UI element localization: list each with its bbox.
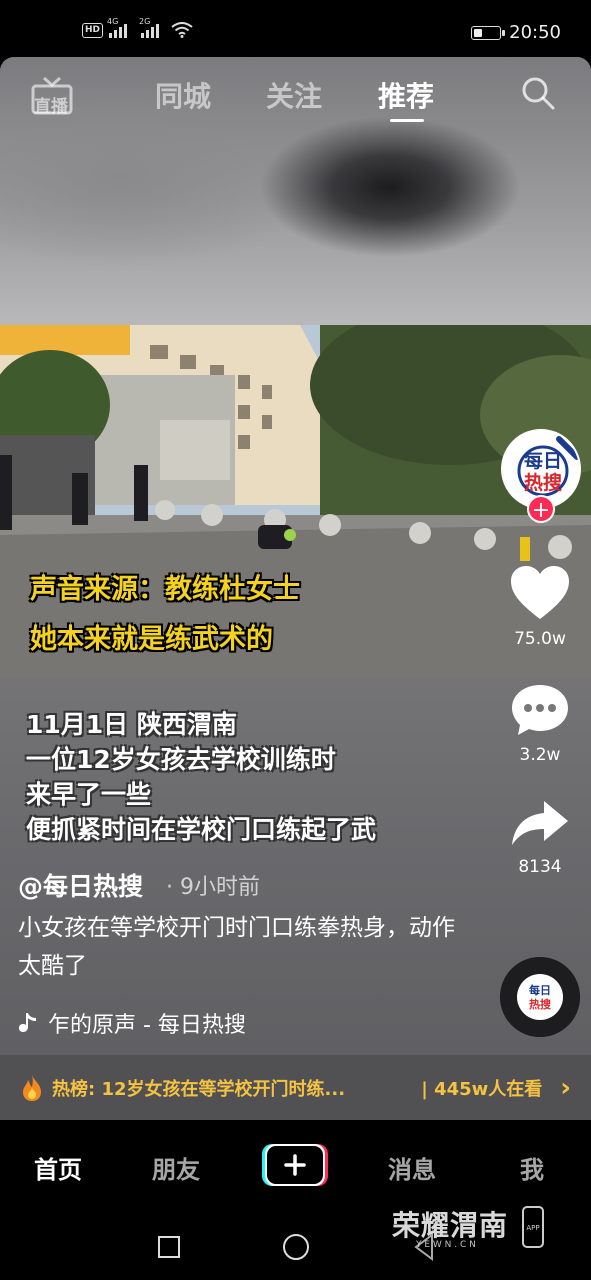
signal-icon: 4G	[107, 17, 128, 38]
recent-apps-icon[interactable]	[157, 1235, 181, 1259]
music-title: 乍的原声 - 每日热搜	[48, 1013, 246, 1038]
overlay-line-1: 11月1日 陕西渭南	[26, 710, 237, 739]
video-feed[interactable]: 声音来源：教练杜女士 她本来就是练武术的 11月1日 陕西渭南 一位12岁女孩去…	[0, 57, 591, 1120]
tab-messages[interactable]: 消息	[388, 1150, 436, 1185]
watermark-logo: 荣耀渭南 Y E W N . C N APP	[390, 1200, 550, 1260]
overlay-line-4: 便抓紧时间在学校门口练起了武	[26, 815, 377, 844]
share-arrow-icon	[512, 801, 568, 845]
trending-text: 热榜: 12岁女孩在等学校开门时练...	[52, 1078, 346, 1100]
trending-bar[interactable]: 热榜: 12岁女孩在等学校开门时练... | 445w人在看 ›	[0, 1055, 591, 1120]
tab-following[interactable]: 关注	[266, 75, 322, 115]
avatar-text-top: 每日	[524, 449, 562, 472]
disc-text-bottom: 热搜	[529, 997, 552, 1011]
create-plus-button[interactable]	[262, 1144, 328, 1186]
phone-app-icon: APP	[522, 1206, 544, 1248]
comment-icon	[512, 685, 568, 735]
tab-friends[interactable]: 朋友	[152, 1150, 200, 1185]
like-button[interactable]: 75.0w	[500, 565, 580, 649]
active-tab-indicator	[390, 119, 424, 122]
svg-text:APP: APP	[526, 1224, 539, 1232]
watermark-title: 荣耀渭南	[392, 1209, 509, 1242]
video-caption-2: 她本来就是练武术的	[30, 624, 273, 655]
top-navigation: 直播 同城 关注 推荐	[0, 57, 591, 137]
post-time: · 9小时前	[166, 875, 260, 900]
status-right: 20:50	[471, 22, 561, 43]
hd-badge: HD	[82, 22, 104, 38]
video-caption-1: 声音来源：教练杜女士	[30, 574, 300, 605]
clock: 20:50	[509, 22, 561, 43]
author-name[interactable]: @每日热搜	[18, 867, 143, 903]
tiktok-note-icon	[19, 1013, 36, 1032]
follow-button[interactable]: +	[527, 495, 555, 523]
like-count: 75.0w	[514, 629, 566, 649]
tab-home[interactable]: 首页	[34, 1150, 82, 1185]
music-disc-logo: 每日 热搜	[500, 957, 580, 1037]
share-count: 8134	[518, 857, 562, 877]
comment-button[interactable]: 3.2w	[500, 683, 580, 765]
flame-icon	[23, 1074, 41, 1101]
avatar-text-bottom: 热搜	[524, 471, 563, 494]
battery-icon	[471, 25, 506, 40]
status-left: HD 4G 2G	[82, 17, 193, 38]
disc-text-top: 每日	[529, 983, 551, 997]
wifi-icon	[171, 22, 193, 38]
chevron-right-icon: ›	[560, 1072, 571, 1103]
home-icon[interactable]	[282, 1233, 310, 1261]
comment-count: 3.2w	[519, 745, 561, 765]
music-info[interactable]: 乍的原声 - 每日热搜	[18, 1007, 246, 1039]
heart-icon	[511, 566, 569, 619]
post-description[interactable]: 小女孩在等学校开门时门口练拳热身，动作太酷了	[18, 909, 458, 985]
tab-recommend[interactable]: 推荐	[378, 75, 434, 115]
overlay-line-2: 一位12岁女孩去学校训练时	[26, 745, 336, 774]
live-label: 直播	[34, 97, 68, 117]
viewer-count: | 445w人在看	[421, 1078, 543, 1100]
network-label-2: 2G	[139, 17, 151, 26]
watermark-url: Y E W N . C N	[416, 1240, 476, 1250]
tab-me[interactable]: 我	[520, 1150, 544, 1185]
search-icon[interactable]	[520, 75, 556, 111]
music-disc[interactable]: 每日 热搜	[500, 957, 580, 1037]
status-bar: HD 4G 2G 20:50	[0, 0, 591, 60]
overlay-line-3: 来早了一些	[26, 780, 152, 809]
network-label: 4G	[107, 17, 119, 26]
signal-icon-2: 2G	[139, 17, 160, 38]
share-button[interactable]: 8134	[500, 799, 580, 877]
tab-nearby[interactable]: 同城	[155, 75, 211, 115]
live-tv-icon[interactable]: 直播	[30, 75, 74, 117]
